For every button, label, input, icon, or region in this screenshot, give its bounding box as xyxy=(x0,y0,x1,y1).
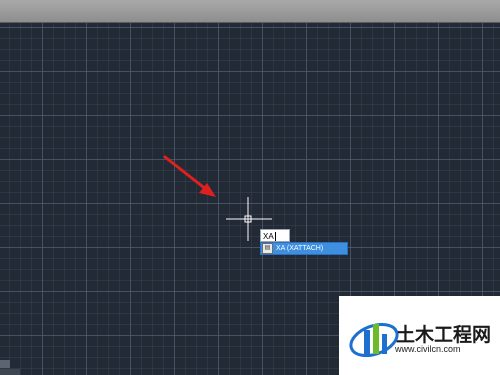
text-caret-icon xyxy=(274,232,276,242)
annotation-arrow-icon xyxy=(163,155,216,197)
xref-attach-icon: ▤ xyxy=(262,243,273,254)
dynamic-command-input[interactable]: XA xyxy=(260,229,290,242)
ucs-corner-tab[interactable] xyxy=(0,360,10,368)
command-suggestion-label: XA (XATTACH) xyxy=(276,245,324,252)
watermark-title: 土木工程网 xyxy=(396,325,492,346)
layout-tab-strip[interactable] xyxy=(0,369,20,375)
civilcn-logo-icon xyxy=(349,322,399,358)
command-suggestion-item[interactable]: ▤ XA (XATTACH) xyxy=(260,242,348,255)
command-input-value: XA xyxy=(263,232,274,241)
watermark-panel: 土木工程网 www.civilcn.com xyxy=(339,296,500,375)
watermark-url: www.civilcn.com xyxy=(395,344,461,354)
